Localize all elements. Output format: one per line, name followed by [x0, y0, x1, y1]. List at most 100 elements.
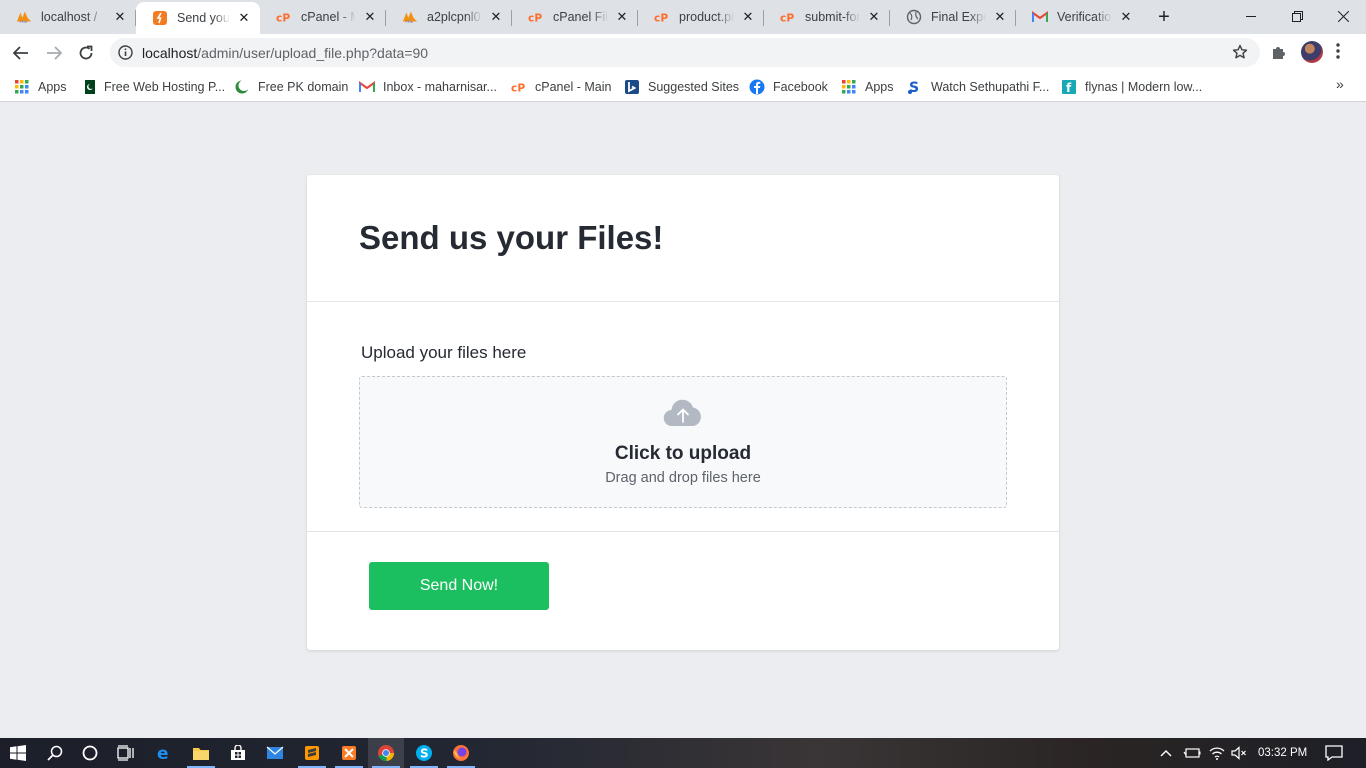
bookmark-suggested-sites[interactable]: Suggested Sites: [624, 75, 739, 99]
back-button[interactable]: [7, 39, 35, 67]
tab-cpanel-main[interactable]: cP cPanel - Ma ✕: [260, 2, 386, 32]
svg-text:PMA: PMA: [406, 20, 414, 24]
bookmark-label: Facebook: [773, 80, 828, 94]
store-icon[interactable]: [220, 738, 256, 768]
star-icon[interactable]: [1232, 44, 1248, 65]
upload-label: Upload your files here: [361, 343, 527, 362]
tab-strip: PMA localhost / ✕ Send your F ✕ cP cPane…: [0, 0, 1366, 34]
send-now-button[interactable]: Send Now!: [369, 562, 549, 610]
task-view-icon[interactable]: [108, 738, 144, 768]
svg-text:cP: cP: [511, 81, 525, 93]
show-hidden-icons-icon[interactable]: [1160, 738, 1172, 768]
bookmark-label: Free PK domain: [258, 80, 349, 94]
edge-icon[interactable]: e: [146, 738, 182, 768]
svg-text:PMA: PMA: [20, 20, 28, 24]
firefox-icon[interactable]: [443, 738, 479, 768]
close-icon[interactable]: ✕: [992, 9, 1008, 25]
bookmark-inbox[interactable]: Inbox - maharnisar...: [359, 75, 497, 99]
tab-title: Final Expen: [931, 10, 986, 24]
tab-localhost[interactable]: PMA localhost / ✕: [0, 2, 136, 32]
wifi-icon[interactable]: [1209, 738, 1225, 768]
close-icon[interactable]: ✕: [740, 9, 756, 25]
phpmyadmin-icon: PMA: [402, 9, 418, 25]
gmail-icon: [1032, 9, 1048, 25]
phpmyadmin-icon: PMA: [16, 9, 32, 25]
tab-product-php[interactable]: cP product.php ✕: [638, 2, 764, 32]
search-icon[interactable]: [37, 738, 73, 768]
tab-submit-form[interactable]: cP submit-forn ✕: [764, 2, 890, 32]
skype-icon[interactable]: S: [406, 738, 442, 768]
bookmark-watch-sethupathi[interactable]: S Watch Sethupathi F...: [907, 75, 1049, 99]
chrome-icon[interactable]: [368, 738, 404, 768]
extensions-icon[interactable]: [1270, 43, 1288, 66]
file-explorer-icon[interactable]: [183, 738, 219, 768]
svg-text:e: e: [157, 744, 169, 762]
address-bar[interactable]: localhost/admin/user/upload_file.php?dat…: [110, 38, 1260, 67]
bookmark-apps[interactable]: Apps: [14, 75, 67, 99]
new-tab-button[interactable]: +: [1152, 5, 1176, 29]
apps-grid-icon: [14, 79, 30, 95]
close-icon[interactable]: ✕: [614, 9, 630, 25]
apps-grid-icon: [841, 79, 857, 95]
tab-final-expense[interactable]: Final Expen ✕: [890, 2, 1016, 32]
notifications-icon[interactable]: [1325, 738, 1343, 768]
bookmark-free-pk-domain[interactable]: Free PK domain: [234, 75, 348, 99]
flynas-icon: f: [1061, 79, 1077, 95]
cortana-icon[interactable]: [72, 738, 108, 768]
bookmark-label: Apps: [865, 80, 894, 94]
cloud-upload-icon: [663, 399, 703, 432]
gmail-icon: [359, 79, 375, 95]
close-icon[interactable]: ✕: [112, 9, 128, 25]
bookmark-cpanel-main[interactable]: cP cPanel - Main: [511, 75, 611, 99]
avatar[interactable]: [1301, 41, 1323, 63]
tab-title: localhost /: [41, 10, 98, 24]
mail-icon[interactable]: [257, 738, 293, 768]
reload-button[interactable]: [72, 39, 100, 67]
url-path: /admin/user/upload_file.php?data=90: [197, 45, 429, 61]
bookmark-label: Free Web Hosting P...: [104, 80, 226, 94]
tab-title: Verification: [1057, 10, 1112, 24]
pk-flag-icon: [80, 79, 96, 95]
xampp-icon[interactable]: [331, 738, 367, 768]
windows-taskbar: e S 03:32 PM: [0, 738, 1366, 768]
bookmark-label: flynas | Modern low...: [1085, 80, 1203, 94]
upload-card: Send us your Files! Upload your files he…: [307, 175, 1059, 650]
svg-text:f: f: [1066, 81, 1072, 95]
dropzone-subtitle: Drag and drop files here: [605, 470, 761, 486]
tab-a2plcpnl[interactable]: PMA a2plcpnl04( ✕: [386, 2, 512, 32]
file-dropzone[interactable]: Click to upload Drag and drop files here: [359, 376, 1007, 508]
start-button[interactable]: [0, 738, 36, 768]
close-icon[interactable]: ✕: [488, 9, 504, 25]
clock[interactable]: 03:32 PM: [1258, 738, 1307, 768]
close-icon[interactable]: ✕: [362, 9, 378, 25]
card-header: Send us your Files!: [307, 175, 1059, 302]
close-icon[interactable]: ✕: [236, 10, 252, 26]
page-title: Send us your Files!: [359, 219, 664, 256]
close-icon[interactable]: ✕: [1118, 9, 1134, 25]
tab-title: a2plcpnl04(: [427, 10, 482, 24]
restore-button[interactable]: [1274, 0, 1320, 32]
info-icon[interactable]: [118, 45, 133, 65]
close-window-button[interactable]: [1320, 0, 1366, 32]
minimize-button[interactable]: [1228, 0, 1274, 32]
more-bookmarks-button[interactable]: »: [1336, 76, 1344, 92]
volume-muted-icon[interactable]: [1231, 738, 1247, 768]
tab-title: cPanel - Ma: [301, 10, 356, 24]
bookmarks-bar: Apps Free Web Hosting P... Free PK domai…: [0, 71, 1366, 102]
close-icon[interactable]: ✕: [866, 9, 882, 25]
card-body: Upload your files here Click to upload D…: [307, 302, 1059, 532]
tab-verification[interactable]: Verification ✕: [1016, 2, 1142, 32]
bookmark-facebook[interactable]: Facebook: [749, 75, 828, 99]
bookmark-apps-2[interactable]: Apps: [841, 75, 894, 99]
bookmark-flynas[interactable]: f flynas | Modern low...: [1061, 75, 1202, 99]
tab-title: submit-forn: [805, 10, 860, 24]
bookmark-free-web-hosting[interactable]: Free Web Hosting P...: [80, 75, 225, 99]
sublime-text-icon[interactable]: [294, 738, 330, 768]
forward-button[interactable]: [40, 39, 68, 67]
bookmark-label: cPanel - Main: [535, 80, 612, 94]
tab-send-files[interactable]: Send your F ✕: [136, 2, 260, 34]
svg-text:cP: cP: [780, 11, 794, 23]
tab-cpanel-file[interactable]: cP cPanel File ✕: [512, 2, 638, 32]
menu-icon[interactable]: [1336, 43, 1340, 64]
battery-icon[interactable]: [1183, 738, 1201, 768]
